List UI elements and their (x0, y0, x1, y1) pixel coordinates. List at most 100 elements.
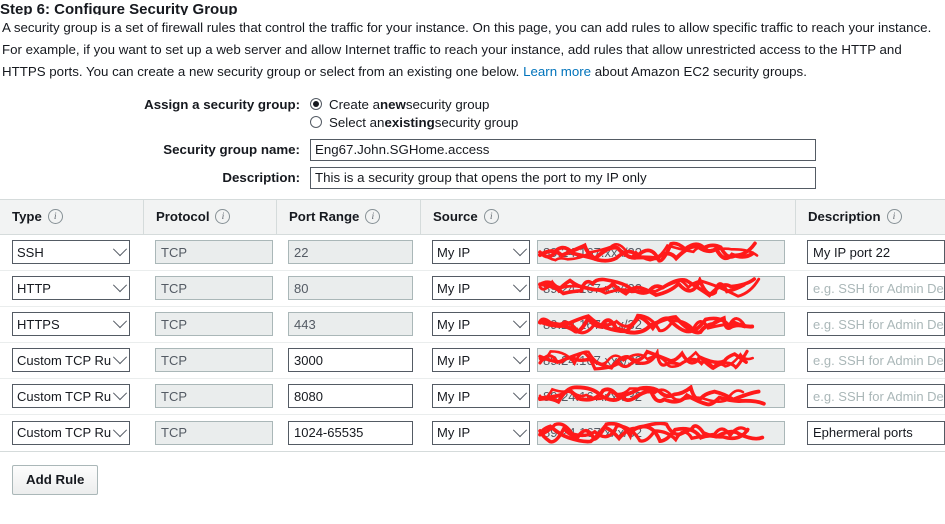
source-value-field-4: 89.24.167.xxx/32 (537, 384, 785, 409)
cell-protocol: TCP (143, 234, 276, 270)
port-range-field-5[interactable]: 1024-65535 (288, 420, 413, 445)
security-group-name-row: Security group name: (0, 138, 945, 161)
type-select-4[interactable]: Custom TCP Rule (12, 384, 130, 409)
chevron-down-icon (512, 386, 528, 401)
radio-create-new-icon[interactable] (310, 98, 322, 111)
radio-select-existing-suffix: security group (434, 114, 519, 130)
type-select-5[interactable]: Custom TCP Rule (12, 420, 130, 445)
source-select-value: My IP (437, 425, 471, 441)
cell-type: HTTP (0, 270, 143, 306)
column-header-description: Description i (795, 199, 945, 234)
chevron-down-icon (112, 278, 128, 293)
protocol-info-icon[interactable]: i (215, 209, 231, 225)
column-header-protocol: Protocol i (143, 199, 276, 234)
cell-protocol: TCP (143, 306, 276, 342)
cell-type: Custom TCP Rule (0, 415, 143, 451)
source-select-1[interactable]: My IP (432, 276, 530, 301)
cell-protocol: TCP (143, 270, 276, 306)
source-select-3[interactable]: My IP (432, 348, 530, 373)
intro-paragraph: A security group is a set of firewall ru… (0, 13, 945, 83)
radio-option-select-existing[interactable]: Select an existing security group (310, 115, 518, 130)
protocol-field-5: TCP (155, 420, 273, 445)
radio-select-existing-icon[interactable] (310, 116, 322, 129)
chevron-down-icon (112, 314, 128, 329)
source-value-text: 89.24.167.xxx/32 (543, 316, 643, 332)
column-header-port-range: Port Range i (276, 199, 420, 234)
radio-create-new-suffix: security group (405, 96, 490, 112)
security-group-name-label: Security group name: (163, 142, 300, 158)
description-field-1[interactable]: e.g. SSH for Admin Desktop (807, 276, 945, 301)
description-field-2[interactable]: e.g. SSH for Admin Desktop (807, 312, 945, 337)
cell-source: My IP 89.24.167.xxx/32 (420, 234, 795, 270)
table-row: Custom TCP Rule TCP 8080 My IP 89.24.167.xxx… (0, 379, 945, 415)
source-value-text: 89.24.167.xxx/32 (543, 388, 643, 404)
security-group-rules-table: Type i Protocol i Port Range i Source i … (0, 198, 945, 452)
type-info-icon[interactable]: i (47, 209, 63, 225)
source-select-0[interactable]: My IP (432, 240, 530, 265)
table-row: HTTPS TCP 443 My IP 89.24.167.xxx/32 e.g. SSH… (0, 307, 945, 343)
type-select-3[interactable]: Custom TCP Rule (12, 348, 130, 373)
cell-type: Custom TCP Rule (0, 342, 143, 378)
table-header-row: Type i Protocol i Port Range i Source i … (0, 199, 945, 235)
source-value-text: 89.24.167.xxx/32 (543, 244, 643, 260)
chevron-down-icon (512, 350, 528, 365)
radio-option-create-new[interactable]: Create a new security group (310, 97, 489, 112)
port-range-info-icon[interactable]: i (365, 209, 381, 225)
type-select-0[interactable]: SSH (12, 240, 130, 265)
description-field-3[interactable]: e.g. SSH for Admin Desktop (807, 348, 945, 373)
security-group-name-input[interactable] (310, 138, 816, 161)
protocol-field-2: TCP (155, 312, 273, 337)
cell-port-range: 22 (276, 234, 420, 270)
page-title: Step 6: Configure Security Group (0, 1, 238, 16)
cell-type: Custom TCP Rule (0, 378, 143, 414)
cell-description: e.g. SSH for Admin Desktop (795, 270, 945, 306)
port-range-field-4[interactable]: 8080 (288, 384, 413, 409)
source-select-5[interactable]: My IP (432, 420, 530, 445)
learn-more-link[interactable]: Learn more (523, 64, 591, 79)
cell-port-range: 443 (276, 306, 420, 342)
source-value-field-0: 89.24.167.xxx/32 (537, 240, 785, 265)
column-header-port-range-label: Port Range (289, 209, 360, 225)
source-select-value: My IP (437, 316, 471, 332)
table-row: HTTP TCP 80 My IP 89.24.167.xxx/32 e.g. SSH f… (0, 271, 945, 307)
type-select-value: Custom TCP Rule (17, 388, 111, 404)
source-select-4[interactable]: My IP (432, 384, 530, 409)
radio-create-new-prefix: Create a (329, 96, 380, 112)
security-group-description-input[interactable] (310, 166, 816, 189)
type-select-value: HTTPS (17, 316, 60, 332)
source-value-text: 89.24.167.xxx/32 (543, 352, 643, 368)
source-select-2[interactable]: My IP (432, 312, 530, 337)
type-select-value: Custom TCP Rule (17, 352, 111, 368)
source-select-value: My IP (437, 244, 471, 260)
source-info-icon[interactable]: i (483, 209, 499, 225)
source-value-text: 89.24.167.xxx/32 (543, 425, 643, 441)
cell-port-range: 8080 (276, 378, 420, 414)
cell-protocol: TCP (143, 415, 276, 451)
description-field-4[interactable]: e.g. SSH for Admin Desktop (807, 384, 945, 409)
description-field-5[interactable]: Ephermeral ports (807, 420, 945, 445)
assign-security-group-label: Assign a security group: (144, 96, 300, 112)
port-range-field-3[interactable]: 3000 (288, 348, 413, 373)
source-value-field-3: 89.24.167.xxx/32 (537, 348, 785, 373)
port-range-field-1: 80 (288, 276, 413, 301)
table-row: SSH TCP 22 My IP 89.24.167.xxx/32 My IP port … (0, 235, 945, 271)
cell-source: My IP 89.24.167.xxx/32 (420, 415, 795, 451)
cell-type: SSH (0, 234, 143, 270)
description-info-icon[interactable]: i (886, 209, 902, 225)
column-header-protocol-label: Protocol (156, 209, 210, 225)
chevron-down-icon (112, 350, 128, 365)
add-rule-button[interactable]: Add Rule (12, 464, 99, 495)
cell-description: e.g. SSH for Admin Desktop (795, 342, 945, 378)
cell-source: My IP 89.24.167.xxx/32 (420, 270, 795, 306)
type-select-2[interactable]: HTTPS (12, 312, 130, 337)
type-select-1[interactable]: HTTP (12, 276, 130, 301)
description-field-0[interactable]: My IP port 22 (807, 240, 945, 265)
type-select-value: SSH (17, 244, 44, 260)
security-group-description-label: Description: (222, 170, 300, 186)
cell-source: My IP 89.24.167.xxx/32 (420, 342, 795, 378)
cell-description: e.g. SSH for Admin Desktop (795, 306, 945, 342)
chevron-down-icon (112, 422, 128, 437)
assign-row-existing: Select an existing security group (0, 115, 945, 130)
protocol-field-1: TCP (155, 276, 273, 301)
column-header-type-label: Type (12, 209, 42, 225)
